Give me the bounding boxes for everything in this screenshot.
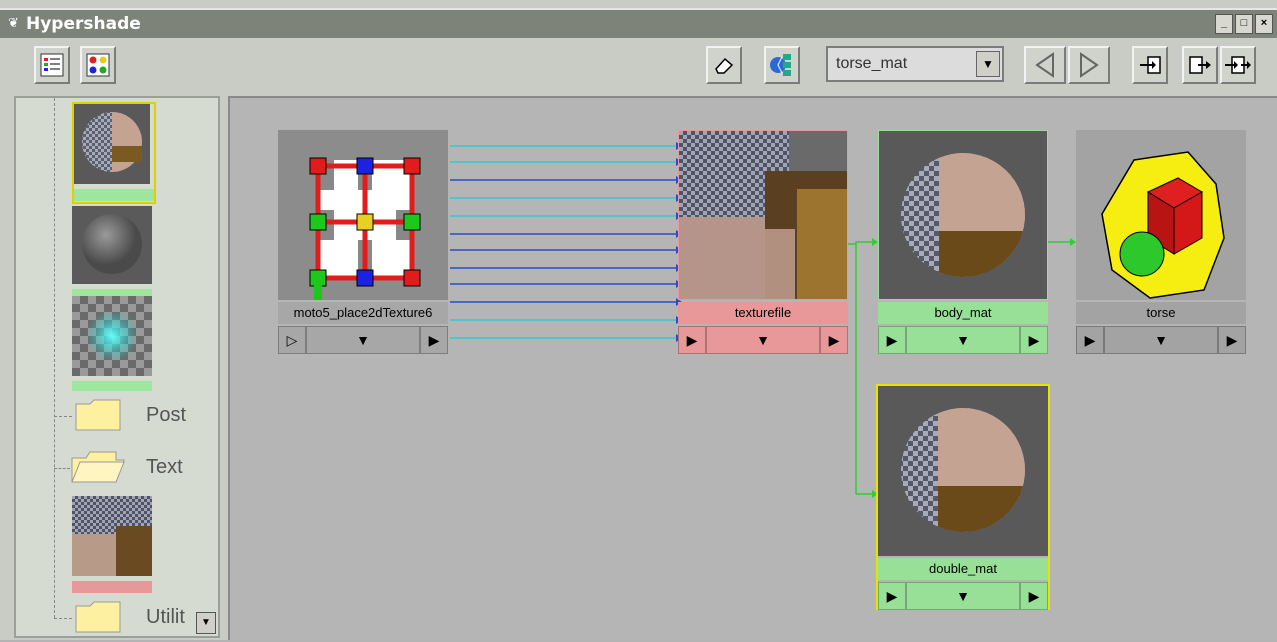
- shading-group-icon: [1101, 151, 1225, 299]
- swatch-view-icon: [86, 53, 110, 77]
- node-controls: ▷ ▼ ▶: [278, 326, 448, 354]
- tree-connector: [54, 98, 55, 618]
- output-port-button[interactable]: ▶: [820, 326, 848, 354]
- node-swatch: [878, 130, 1048, 300]
- node-label: moto5_place2dTexture6: [278, 302, 448, 324]
- file-texture-thumbnail[interactable]: [72, 496, 152, 593]
- clear-graph-button[interactable]: [706, 46, 742, 84]
- output-port-button[interactable]: ▶: [1218, 326, 1246, 354]
- texture-thumbnail[interactable]: [72, 296, 152, 391]
- node-controls: ▶ ▼ ▶: [878, 326, 1048, 354]
- output-connections-button[interactable]: [1182, 46, 1218, 84]
- tree-connector: [54, 618, 72, 619]
- maximize-button[interactable]: □: [1235, 14, 1253, 34]
- hypergraph-canvas[interactable]: moto5_place2dTexture6 ▷ ▼ ▶ texturefile …: [228, 96, 1277, 640]
- hypershade-window: ❦ Hypershade _ □ × torse_mat ▼ Post Text…: [0, 0, 1277, 640]
- thumbnail-label-bar: [74, 189, 154, 201]
- list-view-icon: [40, 53, 64, 77]
- tree-item-label[interactable]: Text: [146, 456, 183, 479]
- tree-connector: [54, 416, 72, 417]
- list-view-button[interactable]: [34, 46, 70, 84]
- eraser-icon: [715, 57, 734, 74]
- shader-tree-panel: Post Text Utilit ▼: [14, 96, 220, 638]
- input-connections-icon: [1140, 56, 1161, 74]
- node-swatch: [678, 130, 848, 300]
- checker-texture-preview: [72, 296, 152, 376]
- scroll-down-button[interactable]: ▼: [196, 612, 216, 634]
- node-label: torse: [1076, 302, 1246, 324]
- grey-sphere-preview: [72, 206, 152, 284]
- input-port-button[interactable]: ▶: [678, 326, 706, 354]
- node-swatch: [1076, 130, 1246, 300]
- swatch-view-button[interactable]: [80, 46, 116, 84]
- input-output-connections-icon: [1225, 56, 1251, 74]
- chevron-down-icon[interactable]: ▼: [976, 51, 1000, 77]
- output-port-button[interactable]: ▶: [1020, 326, 1048, 354]
- tree-item-label[interactable]: Utilit: [146, 606, 185, 629]
- folder-open-icon[interactable]: [70, 448, 126, 484]
- node-controls: ▶ ▼ ▶: [878, 582, 1048, 610]
- material-sphere-preview: [74, 104, 150, 184]
- node-label: body_mat: [878, 302, 1048, 324]
- graph-network-icon: [770, 54, 791, 76]
- expand-node-button[interactable]: ▼: [906, 582, 1020, 610]
- material-sphere-preview: [901, 153, 1025, 277]
- material-select-value: torse_mat: [836, 55, 908, 72]
- thumbnail-label-bar: [72, 581, 152, 593]
- thumbnail-label-bar: [72, 381, 152, 391]
- material-sphere-preview: [901, 408, 1025, 532]
- close-button[interactable]: ×: [1255, 14, 1273, 34]
- arrow-right-icon: [1080, 52, 1099, 78]
- node-label: double_mat: [878, 558, 1048, 580]
- title-bar[interactable]: ❦ Hypershade _ □ ×: [0, 8, 1277, 38]
- material-thumbnail[interactable]: [72, 206, 152, 299]
- node-label: texturefile: [678, 302, 848, 324]
- output-port-button[interactable]: ▶: [1020, 582, 1048, 610]
- minimize-button[interactable]: _: [1215, 14, 1233, 34]
- texture-atlas-preview: [679, 131, 847, 299]
- previous-button[interactable]: [1024, 46, 1066, 84]
- folder-icon[interactable]: [74, 396, 122, 432]
- expand-node-button[interactable]: ▼: [1104, 326, 1218, 354]
- node-controls: ▶ ▼ ▶: [678, 326, 848, 354]
- graph-network-button[interactable]: [764, 46, 800, 84]
- app-icon: ❦: [8, 15, 19, 30]
- expand-node-button[interactable]: ▼: [706, 326, 820, 354]
- input-connections-button[interactable]: [1132, 46, 1168, 84]
- place2d-texture-icon: [278, 130, 448, 300]
- input-port-button[interactable]: ▶: [878, 326, 906, 354]
- material-select[interactable]: torse_mat ▼: [826, 46, 1004, 82]
- input-port-button[interactable]: ▶: [878, 582, 906, 610]
- output-port-button[interactable]: ▶: [420, 326, 448, 354]
- toolbar: torse_mat ▼: [0, 38, 1277, 94]
- arrow-left-icon: [1035, 52, 1054, 78]
- texture-atlas-preview: [72, 496, 152, 576]
- next-button[interactable]: [1068, 46, 1110, 84]
- node-controls: ▶ ▼ ▶: [1076, 326, 1246, 354]
- input-port-button[interactable]: ▶: [1076, 326, 1104, 354]
- expand-node-button[interactable]: ▼: [906, 326, 1020, 354]
- folder-icon[interactable]: [74, 598, 122, 634]
- window-title: Hypershade: [26, 14, 141, 34]
- play-outline-icon[interactable]: ▷: [278, 326, 306, 354]
- node-swatch: [878, 386, 1048, 556]
- node-double-mat[interactable]: double_mat ▶ ▼ ▶: [876, 384, 1050, 610]
- expand-node-button[interactable]: ▼: [306, 326, 420, 354]
- material-thumbnail-selected[interactable]: [72, 102, 156, 204]
- node-swatch: [278, 130, 448, 300]
- input-output-connections-button[interactable]: [1220, 46, 1256, 84]
- output-connections-icon: [1189, 56, 1211, 74]
- tree-item-label[interactable]: Post: [146, 404, 186, 427]
- tree-connector: [54, 468, 70, 469]
